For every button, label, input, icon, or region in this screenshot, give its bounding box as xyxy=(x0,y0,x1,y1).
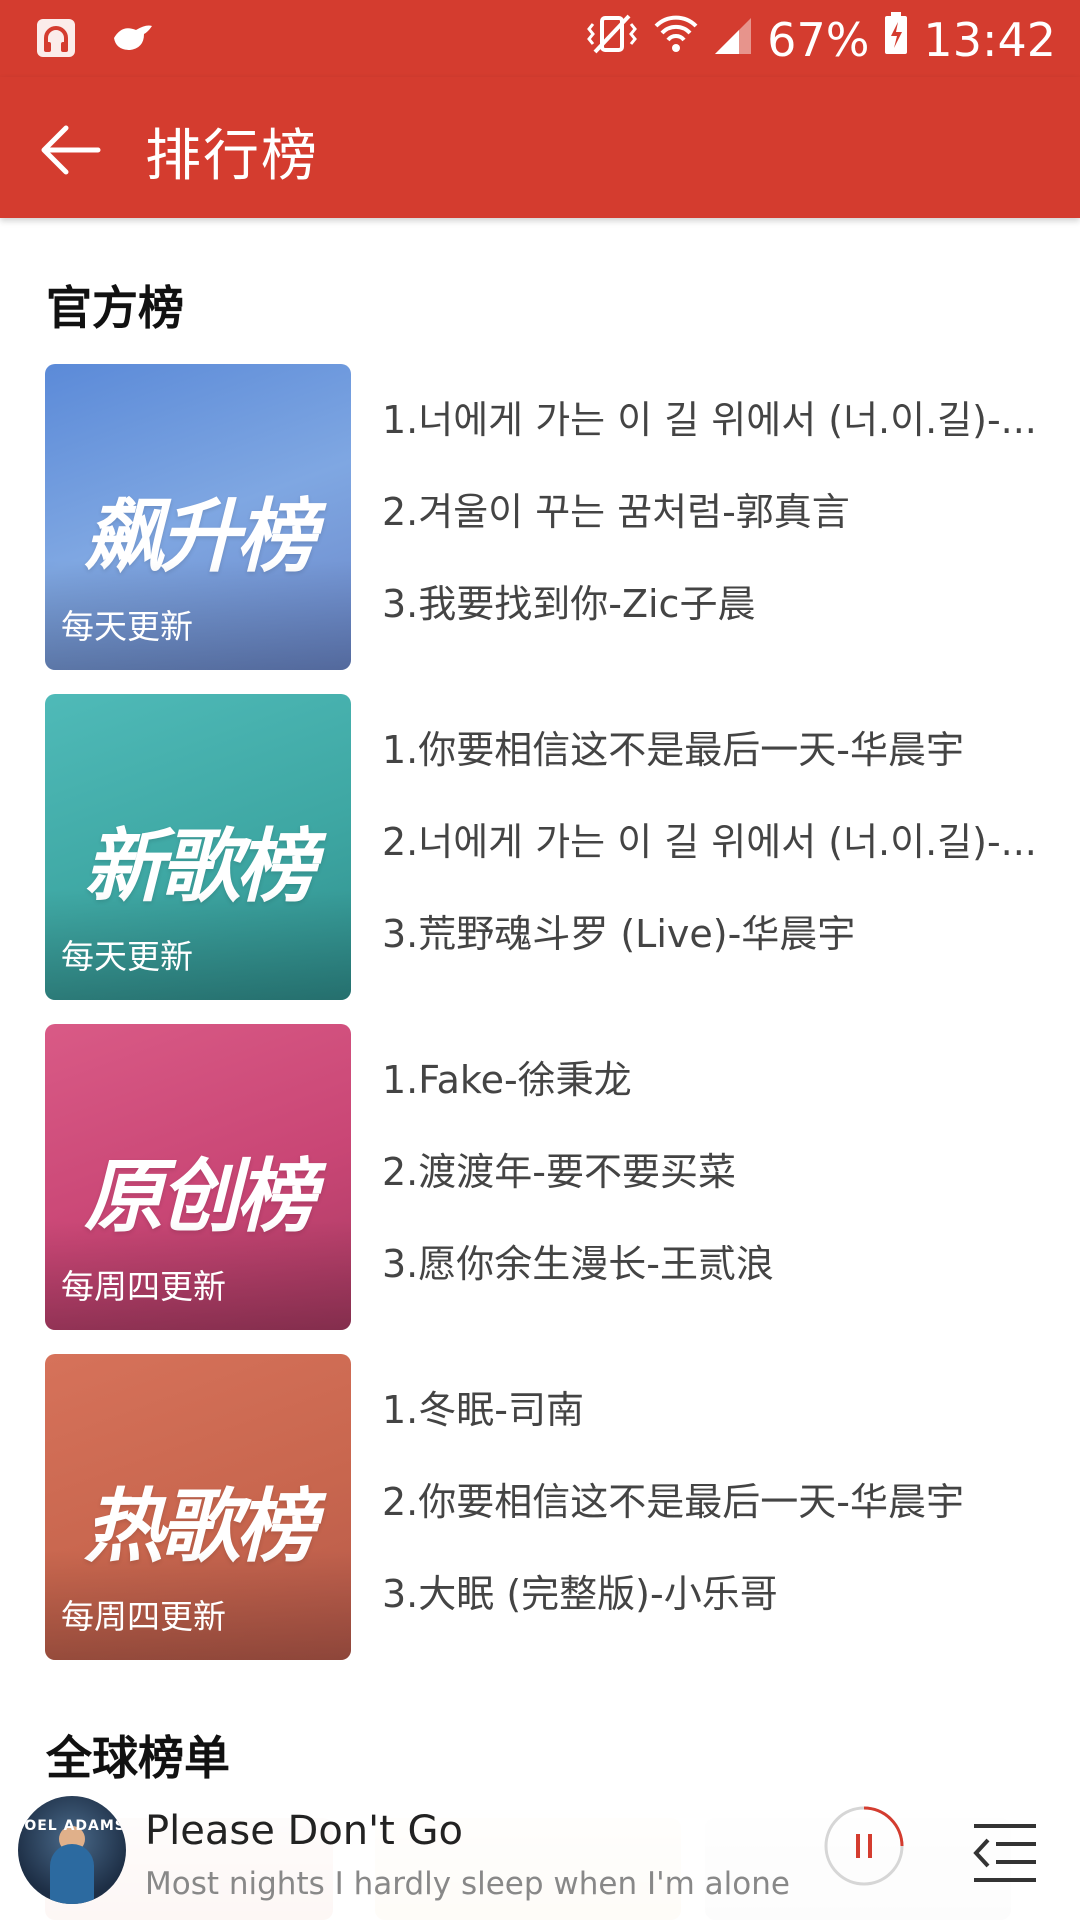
chart-card-original[interactable]: 原创榜 每周四更新 1.Fake-徐秉龙 2.渡渡年-要不要买菜 3.愿你余生漫… xyxy=(45,1024,1045,1330)
list-item: 3.荒野魂斗罗 (Live)-华晨宇 xyxy=(382,912,856,956)
song-list: 1.Fake-徐秉龙 2.渡渡年-要不要买菜 3.愿你余生漫长-王贰浪 xyxy=(382,1044,1072,1320)
chart-card-hot[interactable]: 热歌榜 每周四更新 1.冬眠-司南 2.你要相信这不是最后一天-华晨宇 3.大眠… xyxy=(45,1354,1045,1660)
chart-cover: 原创榜 每周四更新 xyxy=(45,1024,351,1330)
list-item: 1.너에게 가는 이 길 위에서 (너.이.길)-... xyxy=(382,398,1037,442)
bird-icon xyxy=(110,18,154,62)
list-item: 2.你要相信这不是最后一天-华晨宇 xyxy=(382,1480,964,1524)
song-list: 1.冬眠-司南 2.你要相信这不是最后一天-华晨宇 3.大眠 (完整版)-小乐哥 xyxy=(382,1374,1072,1650)
list-item: 2.너에게 가는 이 길 위에서 (너.이.길)-... xyxy=(382,820,1037,864)
playlist-button[interactable] xyxy=(972,1822,1038,1882)
clock: 13:42 xyxy=(923,12,1056,67)
song-list: 1.너에게 가는 이 길 위에서 (너.이.길)-... 2.겨울이 꾸는 꿈처… xyxy=(382,384,1072,660)
back-arrow-icon xyxy=(41,125,101,175)
album-art-text: JOEL ADAMS xyxy=(18,1818,126,1834)
update-frequency: 每周四更新 xyxy=(61,1597,226,1636)
playlist-icon xyxy=(973,1824,1036,1882)
album-art-figure xyxy=(50,1844,94,1904)
track-title[interactable]: Please Don't Go xyxy=(145,1808,463,1854)
list-item: 2.겨울이 꾸는 꿈처럼-郭真言 xyxy=(382,490,850,534)
battery-percent: 67% xyxy=(767,12,870,67)
section-title-global: 全球榜单 xyxy=(46,1731,230,1785)
list-item: 1.你要相信这不是最后一天-华晨宇 xyxy=(382,728,964,772)
list-item: 3.大眠 (完整版)-小乐哥 xyxy=(382,1572,778,1616)
update-frequency: 每周四更新 xyxy=(61,1267,226,1306)
update-frequency: 每天更新 xyxy=(61,607,193,646)
wifi-icon xyxy=(653,12,699,67)
song-list: 1.你要相信这不是最后一天-华晨宇 2.너에게 가는 이 길 위에서 (너.이.… xyxy=(382,714,1072,990)
chart-cover: 新歌榜 每天更新 xyxy=(45,694,351,1000)
headphones-icon xyxy=(36,18,76,62)
chart-card-soaring[interactable]: 飙升榜 每天更新 1.너에게 가는 이 길 위에서 (너.이.길)-... 2.… xyxy=(45,364,1045,670)
battery-charging-icon xyxy=(883,12,909,67)
list-item: 3.我要找到你-Zic子晨 xyxy=(382,582,756,626)
album-art[interactable]: JOEL ADAMS xyxy=(18,1796,126,1904)
page-title: 排行榜 xyxy=(145,124,319,189)
list-item: 1.冬眠-司南 xyxy=(382,1388,584,1432)
status-bar: 67% 13:42 xyxy=(0,0,1080,77)
section-title-official: 官方榜 xyxy=(46,281,184,335)
back-button[interactable] xyxy=(36,115,106,185)
mini-player: JOEL ADAMS Please Don't Go Most nights I… xyxy=(0,1790,1080,1920)
list-item: 2.渡渡年-要不要买菜 xyxy=(382,1150,736,1194)
chart-cover: 飙升榜 每天更新 xyxy=(45,364,351,670)
chart-card-new-songs[interactable]: 新歌榜 每天更新 1.你要相信这不是最后一天-华晨宇 2.너에게 가는 이 길 … xyxy=(45,694,1045,1000)
update-frequency: 每天更新 xyxy=(61,937,193,976)
vibrate-icon xyxy=(585,12,639,67)
signal-icon xyxy=(713,13,753,67)
list-item: 3.愿你余生漫长-王贰浪 xyxy=(382,1242,774,1286)
pause-icon xyxy=(824,1806,904,1886)
chart-cover: 热歌榜 每周四更新 xyxy=(45,1354,351,1660)
pause-button[interactable] xyxy=(822,1804,906,1888)
list-item: 1.Fake-徐秉龙 xyxy=(382,1058,632,1102)
track-lyric: Most nights I hardly sleep when I'm alon… xyxy=(145,1866,790,1902)
app-bar: 排行榜 xyxy=(0,77,1080,218)
